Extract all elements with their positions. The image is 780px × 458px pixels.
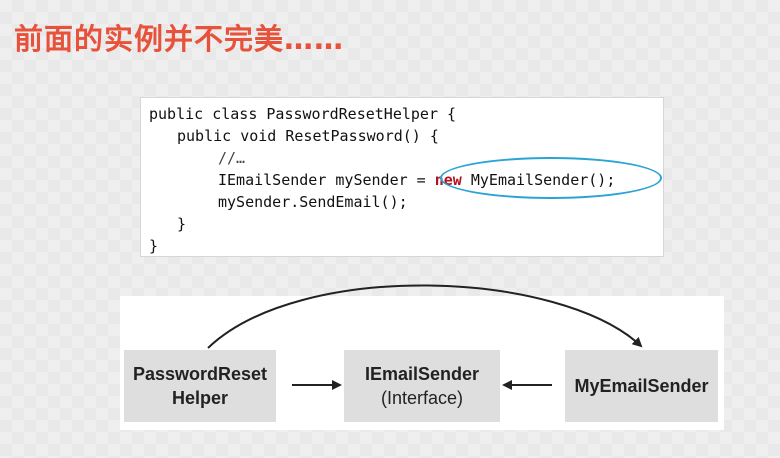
node-password-reset-helper: PasswordReset Helper bbox=[124, 350, 276, 422]
slide-title: 前面的实例并不完美…… bbox=[14, 22, 345, 56]
node-iemailsender: IEmailSender (Interface) bbox=[344, 350, 500, 422]
code-line-send-email: mySender.SendEmail(); bbox=[218, 193, 408, 211]
node-helper-line2: Helper bbox=[171, 388, 229, 408]
code-line-method-close: } bbox=[177, 215, 187, 233]
highlight-ellipse bbox=[440, 157, 662, 199]
code-line-comment: //… bbox=[218, 149, 246, 167]
node-myemailsender: MyEmailSender bbox=[565, 350, 718, 422]
code-line-method: public void ResetPassword() { bbox=[177, 127, 439, 145]
node-impl-label: MyEmailSender bbox=[574, 376, 709, 396]
code-line-class: public class PasswordResetHelper { bbox=[149, 105, 457, 123]
code-line-class-close: } bbox=[149, 237, 159, 255]
node-interface-line2: (Interface) bbox=[380, 388, 464, 408]
code-declaration: IEmailSender mySender = bbox=[218, 171, 435, 189]
node-interface-line1: IEmailSender bbox=[364, 364, 480, 384]
node-helper-line1: PasswordReset bbox=[132, 364, 268, 384]
